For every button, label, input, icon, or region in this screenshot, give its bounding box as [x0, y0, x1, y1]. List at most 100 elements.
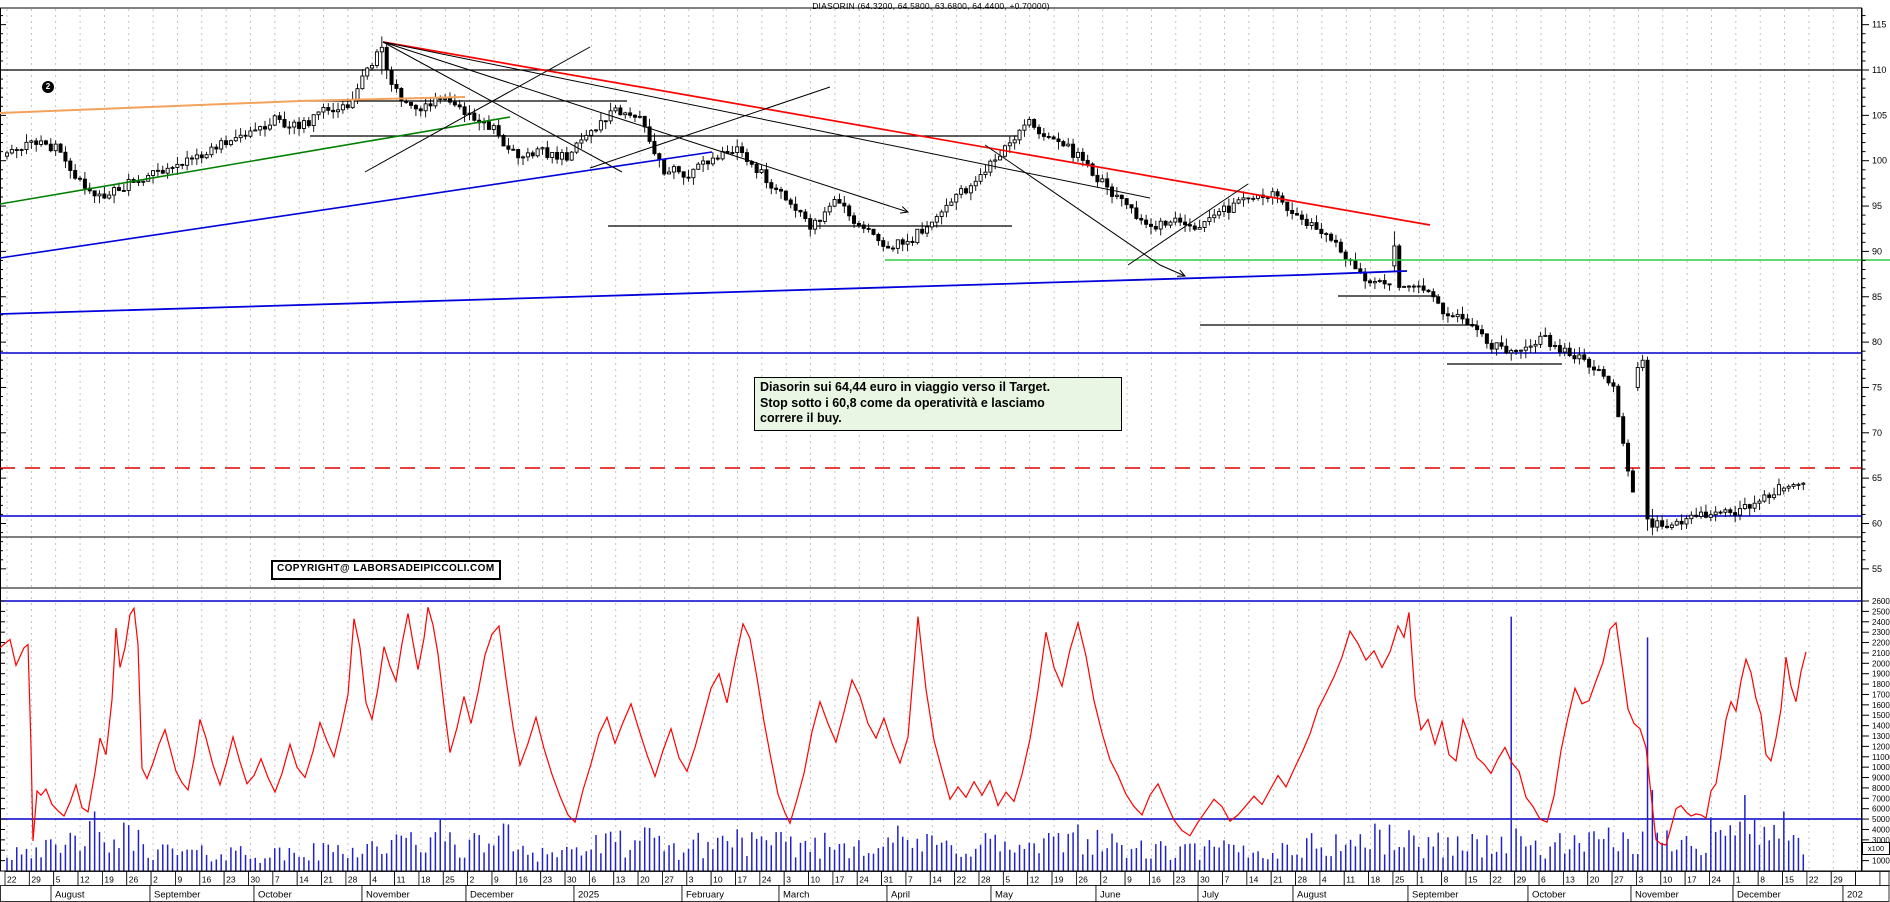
- svg-text:7000: 7000: [1872, 794, 1890, 803]
- svg-text:October: October: [258, 890, 292, 901]
- svg-text:11: 11: [1346, 875, 1355, 885]
- svg-text:8: 8: [1760, 875, 1765, 885]
- svg-text:19: 19: [104, 875, 114, 885]
- svg-text:90: 90: [1872, 246, 1882, 256]
- svg-text:27: 27: [1614, 875, 1624, 885]
- svg-text:22: 22: [1809, 875, 1819, 885]
- analyst-annotation: Diasorin sui 64,44 euro in viaggio verso…: [754, 377, 1122, 431]
- svg-text:21: 21: [324, 875, 334, 885]
- svg-text:19000: 19000: [1872, 670, 1890, 679]
- diasorin-chart-page: { "title": "DIASORIN (64.3200, 64.5800, …: [0, 0, 1890, 902]
- fan-2: [382, 41, 909, 213]
- svg-text:10000: 10000: [1872, 763, 1890, 772]
- svg-text:28: 28: [981, 875, 991, 885]
- svg-text:26: 26: [1078, 875, 1088, 885]
- svg-text:11: 11: [397, 875, 406, 885]
- svg-text:October: October: [1532, 890, 1566, 901]
- svg-text:June: June: [1100, 890, 1121, 901]
- volume-bars: [6, 616, 1805, 871]
- svg-text:18000: 18000: [1872, 680, 1890, 689]
- svg-text:60: 60: [1872, 519, 1882, 529]
- svg-text:17: 17: [738, 875, 748, 885]
- svg-text:30: 30: [251, 875, 261, 885]
- svg-text:29: 29: [1517, 875, 1527, 885]
- svg-text:24: 24: [859, 875, 869, 885]
- svg-text:12000: 12000: [1872, 742, 1890, 751]
- svg-text:14000: 14000: [1872, 722, 1890, 731]
- svg-text:105: 105: [1872, 110, 1887, 120]
- svg-text:17: 17: [835, 875, 845, 885]
- svg-text:15000: 15000: [1872, 711, 1890, 720]
- svg-text:28: 28: [1298, 875, 1308, 885]
- svg-text:16000: 16000: [1872, 701, 1890, 710]
- svg-text:30: 30: [567, 875, 577, 885]
- svg-text:26: 26: [129, 875, 139, 885]
- svg-text:70: 70: [1872, 428, 1882, 438]
- svg-text:May: May: [995, 890, 1013, 901]
- svg-text:July: July: [1202, 890, 1219, 901]
- svg-text:9000: 9000: [1872, 774, 1890, 783]
- date-cell: [1855, 871, 1881, 886]
- svg-text:13: 13: [616, 875, 626, 885]
- svg-text:1: 1: [1736, 875, 1741, 885]
- svg-text:8: 8: [1444, 875, 1449, 885]
- svg-text:3: 3: [786, 875, 791, 885]
- svg-text:February: February: [686, 890, 724, 901]
- svg-text:5: 5: [1005, 875, 1010, 885]
- svg-text:1000: 1000: [1872, 857, 1890, 866]
- svg-text:5: 5: [56, 875, 61, 885]
- svg-text:17: 17: [1687, 875, 1697, 885]
- svg-text:21000: 21000: [1872, 649, 1890, 658]
- horizontal-levels: [0, 69, 1862, 820]
- svg-text:16: 16: [518, 875, 528, 885]
- svg-text:30: 30: [1200, 875, 1210, 885]
- svg-text:13: 13: [1565, 875, 1575, 885]
- svg-text:7: 7: [1225, 875, 1230, 885]
- blue-uptrend: [0, 151, 713, 259]
- svg-text:24000: 24000: [1872, 618, 1890, 627]
- svg-text:August: August: [1297, 890, 1327, 901]
- svg-text:24: 24: [762, 875, 772, 885]
- svg-text:December: December: [470, 890, 514, 901]
- svg-text:25: 25: [445, 875, 455, 885]
- svg-text:19: 19: [1054, 875, 1064, 885]
- blue-longterm-ma: [0, 270, 1408, 315]
- orange-ma: [0, 96, 466, 114]
- svg-text:14: 14: [1249, 875, 1259, 885]
- svg-text:85: 85: [1872, 292, 1882, 302]
- volume-multiplier-label: x100: [1862, 842, 1890, 855]
- svg-text:65: 65: [1872, 473, 1882, 483]
- svg-text:10: 10: [1663, 875, 1673, 885]
- svg-text:14: 14: [932, 875, 942, 885]
- svg-text:December: December: [1737, 890, 1781, 901]
- svg-text:5000: 5000: [1872, 815, 1890, 824]
- svg-text:22: 22: [1492, 875, 1502, 885]
- svg-text:1: 1: [1419, 875, 1424, 885]
- svg-text:23: 23: [543, 875, 553, 885]
- axes: 5560657075808590951001051101151000200030…: [0, 8, 1890, 872]
- oscillator-line: [0, 606, 1807, 846]
- svg-text:29: 29: [31, 875, 41, 885]
- svg-text:4: 4: [372, 875, 377, 885]
- svg-text:November: November: [1635, 890, 1679, 901]
- svg-text:2025: 2025: [578, 890, 599, 901]
- svg-text:23: 23: [226, 875, 236, 885]
- svg-text:25000: 25000: [1872, 607, 1890, 616]
- svg-text:11000: 11000: [1872, 753, 1890, 762]
- svg-text:2: 2: [153, 875, 158, 885]
- svg-text:3: 3: [689, 875, 694, 885]
- svg-text:9: 9: [494, 875, 499, 885]
- svg-text:8000: 8000: [1872, 784, 1890, 793]
- fan-1: [382, 41, 623, 173]
- svg-text:25: 25: [1395, 875, 1405, 885]
- svg-text:80: 80: [1872, 337, 1882, 347]
- svg-text:10: 10: [811, 875, 821, 885]
- annotation-line: Diasorin sui 64,44 euro in viaggio verso…: [760, 380, 1051, 394]
- svg-text:22: 22: [957, 875, 967, 885]
- svg-text:March: March: [783, 890, 809, 901]
- svg-text:202: 202: [1847, 890, 1863, 901]
- svg-text:6: 6: [591, 875, 596, 885]
- svg-text:13000: 13000: [1872, 732, 1890, 741]
- svg-text:27: 27: [664, 875, 674, 885]
- svg-text:20000: 20000: [1872, 659, 1890, 668]
